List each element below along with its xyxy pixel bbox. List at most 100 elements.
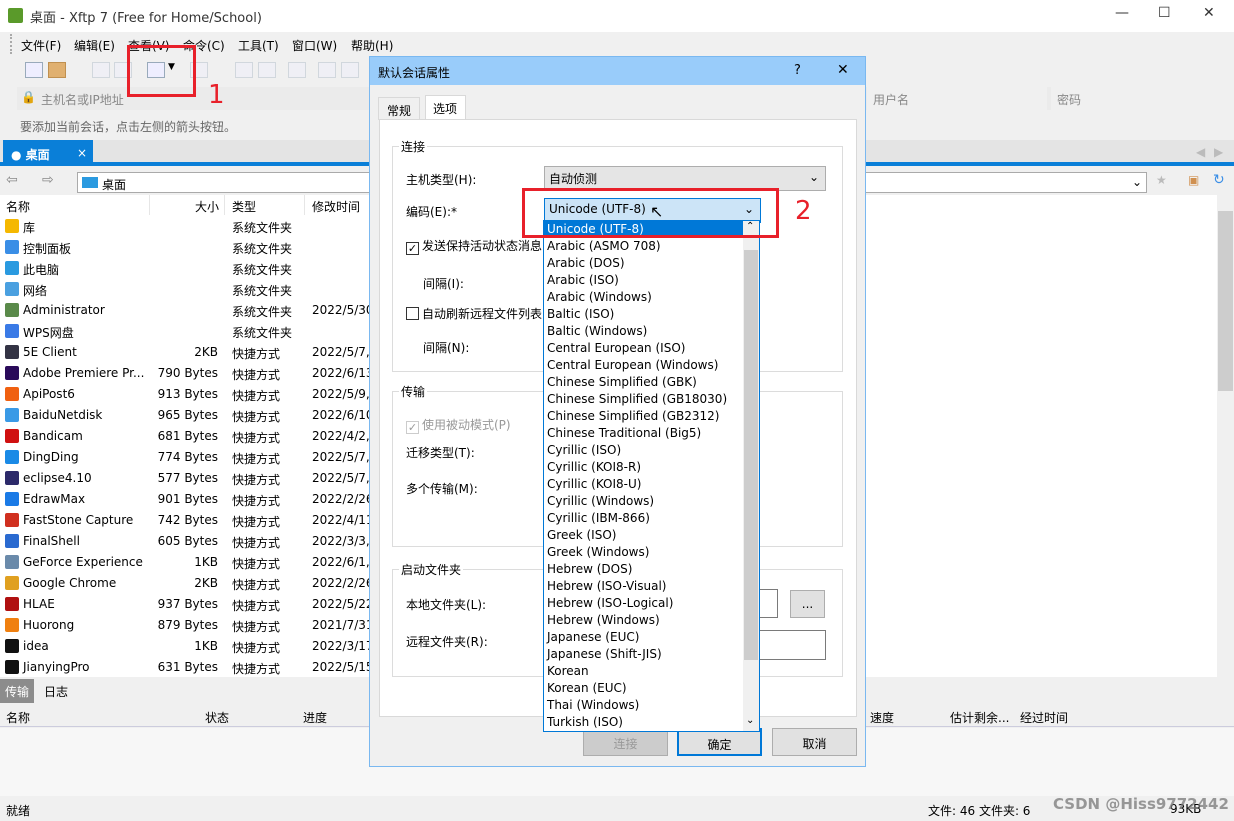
favorite-star-icon[interactable]: ★	[1156, 173, 1167, 187]
encoding-option[interactable]: Korean	[544, 663, 744, 680]
ok-button[interactable]: 确定	[677, 728, 762, 756]
interval-i-label: 间隔(I):	[423, 277, 464, 291]
encoding-option[interactable]: Cyrillic (ISO)	[544, 442, 744, 459]
transfer-col-status[interactable]: 状态	[205, 709, 229, 726]
tab-desktop[interactable]: ● 桌面 ×	[3, 140, 93, 166]
encoding-option[interactable]: Arabic (ASMO 708)	[544, 238, 744, 255]
annotation-number-1: 1	[208, 80, 225, 110]
watermark: CSDN @Hiss9772442	[1053, 795, 1229, 813]
path-dropdown-icon[interactable]: ⌄	[1132, 175, 1142, 189]
status-bar: 就绪 文件: 46 文件夹: 6 93KB	[0, 797, 1234, 821]
encoding-option[interactable]: Japanese (Shift-JIS)	[544, 646, 744, 663]
browse-button[interactable]: ...	[790, 590, 825, 618]
encoding-option[interactable]: Greek (Windows)	[544, 544, 744, 561]
encoding-option[interactable]: Hebrew (Windows)	[544, 612, 744, 629]
menu-tools[interactable]: 工具(T)	[238, 37, 279, 54]
file-name: 5E Client	[23, 345, 77, 359]
transfer-col-name[interactable]: 名称	[6, 709, 30, 726]
file-name: GeForce Experience	[23, 555, 143, 569]
file-name: DingDing	[23, 450, 79, 464]
upload-icon[interactable]	[235, 62, 253, 78]
forward-icon[interactable]: ⇨	[42, 172, 54, 188]
tab-log[interactable]: 日志	[44, 683, 68, 700]
file-size: 605 Bytes	[157, 534, 218, 548]
encoding-option[interactable]: Hebrew (ISO-Logical)	[544, 595, 744, 612]
new-session-icon[interactable]	[25, 62, 43, 78]
file-size: 742 Bytes	[157, 513, 218, 527]
username-input[interactable]: 用户名	[867, 87, 1047, 110]
passive-checkbox[interactable]: ✓ 使用被动模式(P)	[406, 416, 511, 434]
encoding-option[interactable]: Chinese Traditional (Big5)	[544, 425, 744, 442]
encoding-option[interactable]: Hebrew (ISO-Visual)	[544, 578, 744, 595]
encoding-option[interactable]: Arabic (Windows)	[544, 289, 744, 306]
open-folder-icon[interactable]	[48, 62, 66, 78]
menu-help[interactable]: 帮助(H)	[351, 37, 393, 54]
encoding-option[interactable]: Arabic (DOS)	[544, 255, 744, 272]
menu-file[interactable]: 文件(F)	[21, 37, 61, 54]
encoding-option[interactable]: Chinese Simplified (GB18030)	[544, 391, 744, 408]
transfer-col-speed[interactable]: 速度	[870, 709, 894, 726]
encoding-option[interactable]: Turkish (ISO)	[544, 714, 744, 731]
file-type: 快捷方式	[232, 662, 281, 676]
tab-scroll-right-icon[interactable]: ▶	[1214, 145, 1223, 159]
transfer-col-elapsed[interactable]: 经过时间	[1020, 709, 1068, 726]
transfer-col-progress[interactable]: 进度	[303, 709, 327, 726]
encoding-option[interactable]: Korean (EUC)	[544, 680, 744, 697]
column-name[interactable]: 名称	[0, 195, 150, 215]
dropdown-scroll-thumb[interactable]	[744, 250, 758, 660]
encoding-option[interactable]: Chinese Simplified (GBK)	[544, 374, 744, 391]
close-button[interactable]: ✕	[1203, 5, 1215, 21]
autorefresh-checkbox[interactable]: 自动刷新远程文件列表(	[406, 305, 547, 322]
menu-edit[interactable]: 编辑(E)	[74, 37, 115, 54]
encoding-option[interactable]: Cyrillic (KOI8-R)	[544, 459, 744, 476]
encoding-option[interactable]: Cyrillic (KOI8-U)	[544, 476, 744, 493]
encoding-option[interactable]: Thai (Windows)	[544, 697, 744, 714]
encoding-option[interactable]: Central European (Windows)	[544, 357, 744, 374]
column-size[interactable]: 大小	[150, 195, 225, 215]
menubar-grip[interactable]	[10, 34, 13, 54]
tab-general[interactable]: 常规	[378, 97, 421, 120]
scroll-down-icon[interactable]: ⌄	[746, 715, 754, 726]
minimize-button[interactable]: —	[1115, 5, 1129, 21]
dropdown-scrollbar[interactable]: ⌃ ⌄	[743, 221, 759, 731]
download-icon[interactable]	[258, 62, 276, 78]
password-input[interactable]: 密码	[1051, 87, 1227, 110]
keepalive-checkbox[interactable]: ✓ 发送保持活动状态消息(	[406, 237, 547, 255]
cancel-button[interactable]: 取消	[772, 728, 857, 756]
file-list-scrollbar[interactable]	[1217, 195, 1234, 677]
host-input[interactable]: 主机名或IP地址	[41, 91, 124, 108]
transfer-col-remaining[interactable]: 估计剩余...	[950, 709, 1009, 726]
encoding-option[interactable]: Chinese Simplified (GB2312)	[544, 408, 744, 425]
refresh-icon[interactable]: ↻	[1213, 172, 1225, 188]
parent-folder-icon[interactable]: ▣	[1188, 173, 1199, 187]
help-button[interactable]: ?	[794, 63, 801, 78]
encoding-option[interactable]: Cyrillic (IBM-866)	[544, 510, 744, 527]
file-icon	[5, 513, 19, 527]
encoding-option[interactable]: Baltic (ISO)	[544, 306, 744, 323]
paste-icon[interactable]	[341, 62, 359, 78]
dialog-close-button[interactable]: ✕	[837, 62, 849, 78]
tab-scroll-left-icon[interactable]: ◀	[1196, 145, 1205, 159]
tab-options[interactable]: 选项	[425, 95, 467, 121]
column-type[interactable]: 类型	[225, 195, 305, 215]
encoding-option[interactable]: Arabic (ISO)	[544, 272, 744, 289]
copy-icon[interactable]	[318, 62, 336, 78]
maximize-button[interactable]: ☐	[1158, 5, 1171, 21]
encoding-option[interactable]: Hebrew (DOS)	[544, 561, 744, 578]
encoding-option[interactable]: Central European (ISO)	[544, 340, 744, 357]
menu-window[interactable]: 窗口(W)	[292, 37, 337, 54]
file-name: 此电脑	[23, 263, 60, 277]
tab-transfer[interactable]: 传输	[0, 679, 34, 703]
encoding-option[interactable]: Baltic (Windows)	[544, 323, 744, 340]
encoding-option[interactable]: Greek (ISO)	[544, 527, 744, 544]
encoding-option[interactable]: Cyrillic (Windows)	[544, 493, 744, 510]
encoding-option[interactable]: Japanese (EUC)	[544, 629, 744, 646]
back-icon[interactable]: ⇦	[6, 172, 18, 188]
connect-icon[interactable]	[92, 62, 110, 78]
connect-button[interactable]: 连接	[583, 728, 668, 756]
column-mtime[interactable]: 修改时间	[305, 195, 375, 215]
tab-close-icon[interactable]: ×	[77, 146, 87, 160]
file-size: 790 Bytes	[157, 366, 218, 380]
scrollbar-thumb[interactable]	[1218, 211, 1233, 391]
transfer-icon[interactable]	[288, 62, 306, 78]
